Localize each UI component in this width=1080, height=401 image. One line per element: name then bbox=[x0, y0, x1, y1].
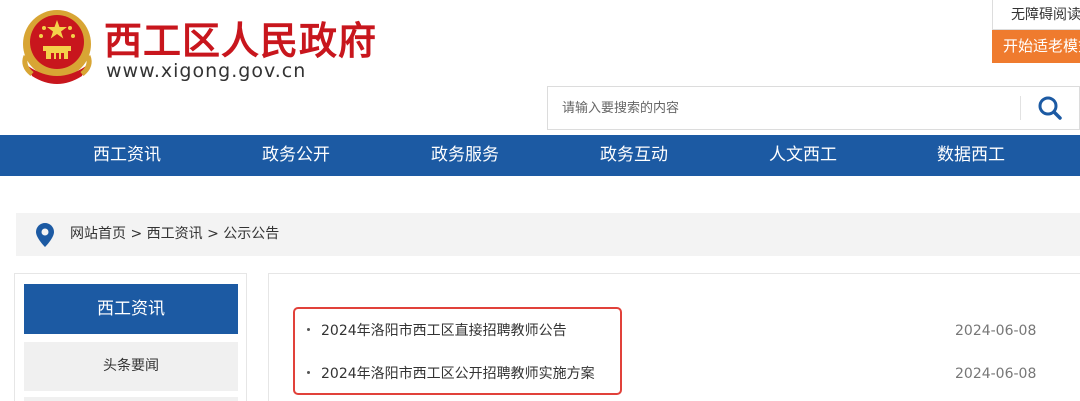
article-title[interactable]: 2024年洛阳市西工区直接招聘教师公告 bbox=[321, 309, 567, 353]
site-header: 西工区人民政府 www.xigong.gov.cn 无障碍阅读 开始适老模式 bbox=[0, 0, 1080, 135]
accessible-reading-button[interactable]: 无障碍阅读 bbox=[992, 0, 1080, 30]
sidebar-item-next[interactable] bbox=[24, 397, 238, 401]
nav-item-government-services[interactable]: 政务服务 bbox=[395, 135, 535, 176]
article-list: 2024年洛阳市西工区直接招聘教师公告 2024-06-08 2024年洛阳市西… bbox=[268, 273, 1080, 401]
location-pin-icon bbox=[36, 223, 54, 247]
breadcrumb-text[interactable]: 网站首页 > 西工资讯 > 公示公告 bbox=[70, 213, 279, 256]
site-url: www.xigong.gov.cn bbox=[106, 60, 307, 82]
article-title[interactable]: 2024年洛阳市西工区公开招聘教师实施方案 bbox=[321, 352, 595, 396]
sidebar-item-headline-news[interactable]: 头条要闻 bbox=[24, 342, 238, 391]
main-nav: 西工资讯 政务公开 政务服务 政务互动 人文西工 数据西工 bbox=[0, 135, 1080, 176]
nav-item-culture-xigong[interactable]: 人文西工 bbox=[733, 135, 873, 176]
nav-item-government-interaction[interactable]: 政务互动 bbox=[564, 135, 704, 176]
article-date: 2024-06-08 bbox=[955, 323, 1037, 339]
site-title: 西工区人民政府 bbox=[104, 18, 378, 63]
sidebar-heading[interactable]: 西工资讯 bbox=[24, 284, 238, 334]
nav-item-data-xigong[interactable]: 数据西工 bbox=[901, 135, 1041, 176]
bullet-icon bbox=[307, 328, 310, 331]
search-box bbox=[547, 86, 1080, 130]
bullet-icon bbox=[307, 371, 310, 374]
list-item[interactable]: 2024年洛阳市西工区直接招聘教师公告 2024-06-08 bbox=[269, 309, 1080, 353]
nav-item-xigong-news[interactable]: 西工资讯 bbox=[57, 135, 197, 176]
search-icon[interactable] bbox=[1032, 93, 1068, 123]
search-divider bbox=[1020, 96, 1021, 120]
nav-item-government-affairs-open[interactable]: 政务公开 bbox=[226, 135, 366, 176]
elder-mode-button[interactable]: 开始适老模式 bbox=[992, 30, 1080, 63]
breadcrumb: 网站首页 > 西工资讯 > 公示公告 bbox=[16, 213, 1080, 256]
sidebar: 西工资讯 头条要闻 bbox=[14, 273, 247, 401]
search-input[interactable] bbox=[548, 87, 1018, 129]
national-emblem-icon bbox=[22, 10, 92, 84]
list-item[interactable]: 2024年洛阳市西工区公开招聘教师实施方案 2024-06-08 bbox=[269, 352, 1080, 396]
article-date: 2024-06-08 bbox=[955, 366, 1037, 382]
